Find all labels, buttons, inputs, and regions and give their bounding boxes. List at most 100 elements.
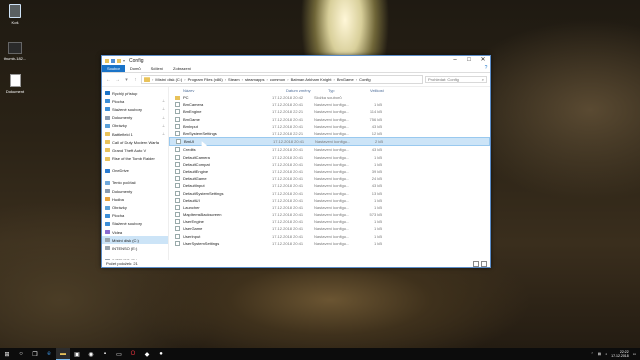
pin-icon[interactable]: ⊥ xyxy=(162,116,165,120)
nav-item[interactable]: Obrázky ⊥ xyxy=(102,122,168,130)
file-row[interactable]: BmEngine 17.12.2018 22:21 Nastavení konfig… xyxy=(169,108,490,115)
nav-item[interactable]: Call of Duty Modern Warfa xyxy=(102,138,168,146)
help-icon[interactable]: ? xyxy=(482,65,490,72)
nav-item[interactable]: Tento počítač xyxy=(102,179,168,187)
nav-item[interactable]: Battlefield 1 ⊥ xyxy=(102,130,168,138)
opera-icon[interactable]: O xyxy=(126,348,140,360)
breadcrumb-separator-icon[interactable]: › xyxy=(225,77,226,82)
terminal-icon[interactable]: ▭ xyxy=(112,348,126,360)
pin-icon[interactable]: ⊥ xyxy=(162,107,165,111)
media-icon[interactable]: ◉ xyxy=(84,348,98,360)
nav-item[interactable]: Dokumenty ⊥ xyxy=(102,114,168,122)
breadcrumb-item[interactable]: Steam xyxy=(228,77,240,82)
nav-item[interactable]: Videa xyxy=(102,228,168,236)
file-row[interactable]: PC 17.12.2018 20:42 Složka souborů xyxy=(169,94,490,101)
tab-view[interactable]: Zobrazení xyxy=(168,65,196,72)
file-row[interactable]: MapItemsBackscreen 17.12.2018 20:41 Nastav… xyxy=(169,211,490,218)
minimize-button[interactable]: – xyxy=(448,56,462,65)
file-row[interactable]: DefaultUI 17.12.2018 20:41 Nastavení konfi… xyxy=(169,197,490,204)
file-row[interactable]: DefaultGame 17.12.2018 20:41 Nastavení kon… xyxy=(169,175,490,182)
column-header-type[interactable]: Typ xyxy=(328,88,370,93)
edge-icon[interactable]: e xyxy=(42,348,56,360)
breadcrumb-separator-icon[interactable]: › xyxy=(267,77,268,82)
notifications-icon[interactable]: ▭ xyxy=(633,352,636,356)
nav-item[interactable]: Dokumenty xyxy=(102,187,168,195)
file-row[interactable]: BmUI 17.12.2018 20:41 Nastavení konfigu...… xyxy=(169,137,490,147)
app2-icon[interactable]: ◆ xyxy=(140,348,154,360)
breadcrumb-separator-icon[interactable]: › xyxy=(152,77,153,82)
file-row[interactable]: BmSystemSettings 17.12.2018 22:21 Nastaven… xyxy=(169,130,490,137)
pin-icon[interactable]: ⊥ xyxy=(162,124,165,128)
breadcrumb-separator-icon[interactable]: › xyxy=(242,77,243,82)
desktop-icon-recycle-bin[interactable]: Koš xyxy=(0,4,30,25)
large-icons-view-icon[interactable] xyxy=(481,260,487,267)
new-folder-icon[interactable] xyxy=(117,58,121,63)
nav-item[interactable]: Stažené soubory xyxy=(102,220,168,228)
forward-arrow-icon[interactable]: → xyxy=(114,77,121,83)
windows-start-icon[interactable]: ⊞ xyxy=(0,348,14,360)
breadcrumb-separator-icon[interactable]: › xyxy=(184,77,185,82)
breadcrumb-item[interactable]: BmGame xyxy=(337,77,354,82)
tab-share[interactable]: Sdílení xyxy=(146,65,168,72)
file-row[interactable]: DefaultCompat 17.12.2018 20:41 Nastavení k… xyxy=(169,161,490,168)
up-arrow-icon[interactable]: ↑ xyxy=(132,77,139,83)
task-view-icon[interactable]: ❐ xyxy=(28,348,42,360)
pin-icon[interactable]: ⊥ xyxy=(162,99,165,103)
nav-item[interactable]: Hudba xyxy=(102,195,168,203)
nav-item[interactable]: Stažené soubory ⊥ xyxy=(102,105,168,113)
steam-icon[interactable]: ● xyxy=(154,348,168,360)
breadcrumb-item[interactable]: steamapps xyxy=(245,77,265,82)
desktop-icon-document[interactable]: Dokument xyxy=(0,74,30,94)
nav-item[interactable]: Rychlý přístup xyxy=(102,89,168,97)
column-header-date[interactable]: Datum změny xyxy=(286,88,328,93)
file-row[interactable]: BmInput 17.12.2018 20:41 Nastavení konfigu… xyxy=(169,123,490,130)
nav-item[interactable]: Rise of the Tomb Raider xyxy=(102,155,168,163)
search-input[interactable]: Prohledat: Config ⌕ xyxy=(425,76,487,83)
title-bar[interactable]: ▾ Config – □ ✕ xyxy=(102,56,490,65)
file-row[interactable]: Credits 17.12.2018 20:41 Nastavení konfigu… xyxy=(169,146,490,153)
back-arrow-icon[interactable]: ← xyxy=(105,77,112,83)
breadcrumb-item[interactable]: Batman Arkham Knight xyxy=(291,77,332,82)
pin-icon[interactable]: ⊥ xyxy=(162,132,165,136)
file-row[interactable]: UserInput 17.12.2018 20:41 Nastavení konfi… xyxy=(169,233,490,240)
tab-home[interactable]: Domů xyxy=(125,65,146,72)
maximize-button[interactable]: □ xyxy=(462,56,476,65)
tab-file[interactable]: Soubor xyxy=(102,65,125,72)
file-row[interactable]: Launcher 17.12.2018 20:41 Nastavení konfig… xyxy=(169,204,490,211)
nav-item[interactable]: Plocha ⊥ xyxy=(102,97,168,105)
store-icon[interactable]: ▣ xyxy=(70,348,84,360)
file-row[interactable]: BmGame 17.12.2018 20:41 Nastavení konfigu.… xyxy=(169,116,490,123)
desktop-icon-app[interactable]: thumb-182... xyxy=(0,42,30,61)
chevron-up-icon[interactable]: ⌃ xyxy=(591,352,594,356)
nav-item[interactable]: Grand Theft Auto V xyxy=(102,146,168,154)
nav-item[interactable]: Místní disk (C:) xyxy=(102,236,168,245)
chevron-down-icon[interactable]: ▾ xyxy=(123,58,125,63)
file-row[interactable]: UserSystemSettings 17.12.2018 20:41 Nastav… xyxy=(169,240,490,247)
app-icon[interactable]: ▪ xyxy=(98,348,112,360)
file-row[interactable]: UserGame 17.12.2018 20:41 Nastavení konfig… xyxy=(169,225,490,232)
recent-locations-icon[interactable]: ▾ xyxy=(123,77,130,83)
nav-item[interactable]: Plocha xyxy=(102,212,168,220)
breadcrumb-separator-icon[interactable]: › xyxy=(287,77,288,82)
network-icon[interactable]: ▤ xyxy=(598,352,601,356)
search-icon[interactable]: ○ xyxy=(14,348,28,360)
details-view-icon[interactable] xyxy=(473,260,479,267)
breadcrumb-item[interactable]: Program Files (x86) xyxy=(188,77,223,82)
properties-icon[interactable] xyxy=(111,58,115,63)
breadcrumb-item[interactable]: common xyxy=(270,77,285,82)
address-bar[interactable]: › Místní disk (C:) › Program Files (x86) › St… xyxy=(141,75,423,84)
breadcrumb-separator-icon[interactable]: › xyxy=(356,77,357,82)
file-row[interactable]: BmCamera 17.12.2018 20:41 Nastavení konfig… xyxy=(169,101,490,108)
file-row[interactable]: DefaultSystemSettings 17.12.2018 20:41 Nas… xyxy=(169,189,490,196)
breadcrumb-item[interactable]: Místní disk (C:) xyxy=(155,77,182,82)
file-row[interactable]: DefaultInput 17.12.2018 20:41 Nastavení ko… xyxy=(169,182,490,189)
breadcrumb-separator-icon[interactable]: › xyxy=(333,77,334,82)
nav-item[interactable]: Obrázky xyxy=(102,203,168,211)
volume-icon[interactable]: ◖ xyxy=(605,352,607,356)
file-row[interactable]: DefaultEngine 17.12.2018 20:41 Nastavení k… xyxy=(169,168,490,175)
file-row[interactable]: UserEngine 17.12.2018 20:41 Nastavení konf… xyxy=(169,218,490,225)
nav-item[interactable]: OneDrive xyxy=(102,167,168,175)
nav-item[interactable]: INTENSO (E:) xyxy=(102,244,168,252)
column-header-name[interactable]: Název xyxy=(183,88,286,93)
clock[interactable]: 22:22 17.12.2018 xyxy=(611,350,629,358)
